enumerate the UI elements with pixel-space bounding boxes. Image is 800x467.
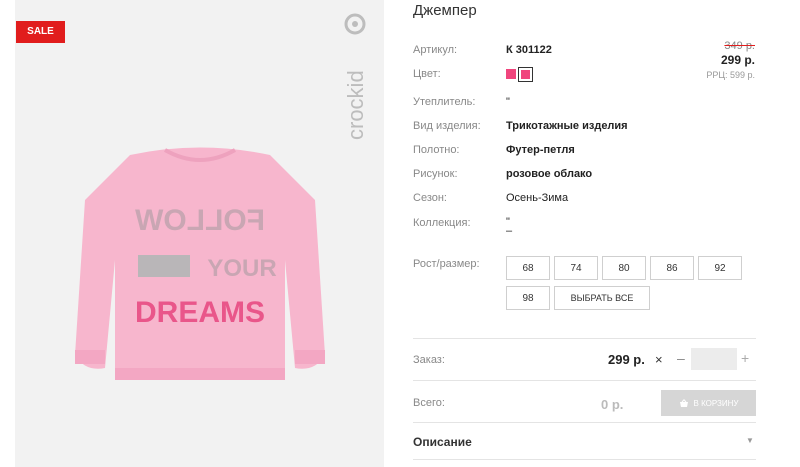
product-title: Джемпер [413,2,477,19]
color-swatches [506,67,533,82]
divider [413,459,756,460]
add-to-cart-button[interactable]: В КОРЗИНУ [661,390,756,416]
decrease-quantity-button[interactable]: – [677,350,685,366]
size-option-74[interactable]: 74 [554,256,598,280]
total-label: Всего: [413,397,445,409]
size-selector: 68 74 80 86 92 98 ВЫБРАТЬ ВСЕ [506,256,756,310]
divider [413,338,756,339]
print-line-3: DREAMS [135,296,265,329]
quantity-input[interactable] [691,348,737,370]
collection-label: Коллекция: [413,217,471,229]
color-label: Цвет: [413,68,441,80]
brand-logo: crockid [343,13,368,140]
color-swatch[interactable] [506,69,516,79]
total-value: 0 р. [601,397,624,412]
fabric-value: Футер-петля [506,144,575,156]
insulation-value: " [506,96,510,108]
basket-icon [679,398,688,407]
increase-quantity-button[interactable]: + [741,350,749,366]
season-label: Сезон: [413,192,447,204]
size-option-98[interactable]: 98 [506,286,550,310]
sweatshirt-image: FOLLOW YOUR DREAMS [75,147,325,380]
divider [413,422,756,423]
current-price: 299 р. [720,53,755,67]
fabric-label: Полотно: [413,144,460,156]
size-label: Рост/размер: [413,258,480,270]
type-label: Вид изделия: [413,120,481,132]
brand-logo-text: crockid [343,70,368,140]
add-to-cart-label: В КОРЗИНУ [693,398,739,408]
type-value: Трикотажные изделия [506,120,628,132]
article-label: Артикул: [413,44,458,56]
description-toggle[interactable]: Описание [413,435,472,449]
pattern-value: розовое облако [506,168,593,180]
color-swatch-selected[interactable] [518,67,533,82]
size-option-80[interactable]: 80 [602,256,646,280]
size-option-86[interactable]: 86 [650,256,694,280]
product-image[interactable]: SALE crockid FOLLOW YOUR DREAMS [15,0,384,467]
article-value: К 301122 [506,44,552,56]
old-price: 349 р. [724,40,755,52]
season-value: Осень-Зима [506,192,569,204]
collection-value-secondary: – [506,225,513,237]
multiply-icon: × [655,352,663,367]
insulation-label: Утеплитель: [413,96,476,108]
pattern-label: Рисунок: [413,168,458,180]
divider [413,380,756,381]
chevron-down-icon[interactable]: ▼ [746,436,754,445]
size-option-92[interactable]: 92 [698,256,742,280]
print-line-2: YOUR [207,255,276,282]
order-label: Заказ: [413,354,445,366]
order-price: 299 р. [608,352,645,367]
print-line-1: FOLLOW [134,204,265,237]
rrp-price: РРЦ: 599 р. [706,70,755,80]
size-option-68[interactable]: 68 [506,256,550,280]
sale-badge: SALE [16,21,65,43]
select-all-sizes-button[interactable]: ВЫБРАТЬ ВСЕ [554,286,650,310]
